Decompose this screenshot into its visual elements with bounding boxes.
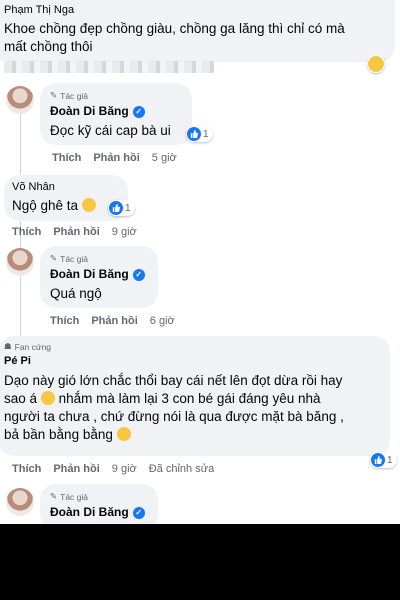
comment-actions: Thích Phản hồi 9 giờ Đã chỉnh sửa — [12, 463, 214, 475]
like-icon — [109, 201, 123, 215]
comment-author[interactable]: Võ Nhân — [12, 181, 55, 193]
comment-author[interactable]: Đoàn Di Băng ✓ — [50, 505, 145, 519]
like-reaction[interactable]: 1 — [370, 452, 397, 468]
reply-button[interactable]: Phản hồi — [93, 152, 139, 164]
comment-actions: Thích Phản hồi 6 giờ — [50, 315, 175, 327]
avatar[interactable] — [6, 488, 34, 516]
fan-icon: ☗ — [4, 341, 12, 351]
comment-actions: Thích Phản hồi 9 giờ — [12, 226, 137, 238]
thread-line — [20, 110, 21, 340]
reply-button[interactable]: Phản hồi — [91, 315, 137, 327]
like-button[interactable]: Thích — [50, 315, 79, 327]
avatar[interactable] — [6, 86, 34, 114]
comment-text: Quá ngộ — [50, 286, 102, 301]
author-badge: ✎ Tác giả — [50, 90, 88, 101]
verified-icon: ✓ — [132, 106, 145, 118]
comment-author[interactable]: Pé Pi — [4, 355, 31, 367]
timestamp[interactable]: 9 giờ — [112, 226, 137, 238]
comment-author[interactable]: Đoàn Di Băng ✓ — [50, 104, 145, 118]
comment-actions: Thích Phản hồi 5 giờ — [52, 152, 177, 164]
comment-text: Ngộ ghê ta — [12, 197, 96, 215]
author-badge: ✎ Tác giả — [50, 253, 88, 264]
reply-button[interactable]: Phản hồi — [53, 463, 99, 475]
avatar[interactable] — [6, 248, 34, 276]
like-icon — [371, 453, 385, 467]
verified-icon: ✓ — [132, 507, 145, 519]
edited-label[interactable]: Đã chỉnh sửa — [149, 463, 214, 475]
comment-author[interactable]: Đoàn Di Băng ✓ — [50, 267, 145, 281]
timestamp[interactable]: 9 giờ — [112, 463, 137, 475]
fan-badge: ☗ Fan cứng — [4, 341, 52, 352]
comment-author[interactable]: Phạm Thị Nga — [4, 4, 74, 16]
comment-text-line: sao á nhắm mà làm lại 3 con bé gái đáng … — [4, 391, 321, 406]
comment-text-line: người ta chưa , chứ đừng nói là qua được… — [4, 409, 344, 424]
like-button[interactable]: Thích — [12, 226, 41, 238]
pencil-icon: ✎ — [50, 253, 58, 263]
pencil-icon: ✎ — [50, 90, 58, 100]
blurred-content — [4, 61, 214, 73]
like-icon — [187, 127, 201, 141]
like-reaction[interactable]: 1 — [186, 126, 213, 142]
timestamp[interactable]: 5 giờ — [152, 152, 177, 164]
haha-reaction[interactable] — [367, 55, 385, 73]
verified-icon: ✓ — [132, 269, 145, 281]
author-badge: ✎ Tác giả — [50, 491, 88, 502]
like-button[interactable]: Thích — [52, 152, 81, 164]
pencil-icon: ✎ — [50, 491, 58, 501]
reply-button[interactable]: Phản hồi — [53, 226, 99, 238]
grinning-emoji-icon — [81, 198, 96, 212]
laughing-emoji-icon — [368, 56, 384, 72]
laughing-emoji-icon — [116, 427, 131, 441]
sweat-emoji-icon — [40, 391, 55, 405]
comment-text: Đọc kỹ cái cap bà ui — [50, 123, 171, 138]
comment-text-line: Khoe chồng đẹp chồng giàu, chồng ga lăng… — [4, 21, 345, 36]
like-reaction[interactable]: 1 — [108, 200, 135, 216]
comment-text-line: Dạo này gió lớn chắc thổi bay cái nết lê… — [4, 373, 343, 388]
like-button[interactable]: Thích — [12, 463, 41, 475]
comment-text-line: mất chồng thôi — [4, 39, 93, 54]
black-bar — [0, 524, 400, 600]
comment-text-line: bả bần bằng bằng — [4, 426, 131, 444]
timestamp[interactable]: 6 giờ — [150, 315, 175, 327]
